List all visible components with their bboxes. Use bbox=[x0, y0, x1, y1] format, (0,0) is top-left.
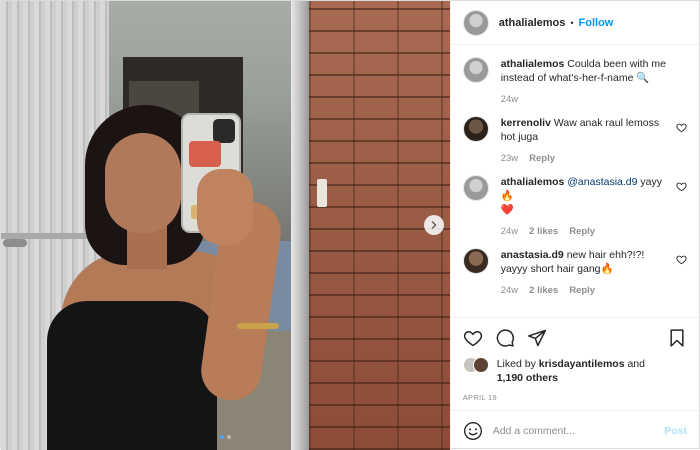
header-separator: • bbox=[570, 17, 574, 28]
reply-button[interactable]: Reply bbox=[569, 285, 595, 296]
comment-username[interactable]: athalialemos bbox=[501, 176, 565, 188]
reply-button[interactable]: Reply bbox=[569, 226, 595, 237]
comment-age[interactable]: 24w bbox=[501, 94, 518, 105]
post-header: athalialemos • Follow bbox=[450, 1, 699, 45]
likes-prefix: Liked by bbox=[496, 358, 536, 370]
avatar[interactable] bbox=[472, 357, 489, 373]
comment-age[interactable]: 24w bbox=[501, 226, 518, 237]
chevron-right-icon bbox=[431, 221, 437, 229]
avatar[interactable] bbox=[462, 57, 489, 83]
comment-likes[interactable]: 2 likes bbox=[529, 226, 558, 237]
carousel-next-button[interactable] bbox=[424, 215, 444, 235]
comment-username[interactable]: kerrenoliv bbox=[501, 117, 551, 129]
comment-text: yayy bbox=[640, 176, 662, 188]
heart-icon[interactable] bbox=[676, 254, 687, 265]
caption: athalialemos Coulda been with me instead… bbox=[462, 57, 687, 105]
fire-emoji: 🔥 bbox=[500, 190, 514, 202]
likes-joiner: and bbox=[627, 358, 645, 370]
comment-username[interactable]: anastasia.d9 bbox=[501, 249, 564, 261]
comment-likes[interactable]: 2 likes bbox=[529, 285, 558, 296]
heart-emoji: ❤️ bbox=[500, 204, 514, 216]
header-username[interactable]: athalialemos bbox=[499, 17, 566, 29]
post-date[interactable]: APRIL 19 bbox=[451, 385, 699, 410]
liker-avatars bbox=[462, 357, 493, 375]
comment-input[interactable] bbox=[492, 424, 665, 437]
comments-list[interactable]: athalialemos Coulda been with me instead… bbox=[451, 45, 699, 317]
liker-username[interactable]: krisdayantilemos bbox=[539, 358, 625, 370]
carousel-dot bbox=[220, 435, 224, 439]
likes-summary: Liked by krisdayantilemos and 1,190 othe… bbox=[451, 357, 699, 385]
heart-icon[interactable] bbox=[676, 122, 687, 133]
likes-others[interactable]: 1,190 others bbox=[497, 372, 558, 384]
list-item: kerrenoliv Waw anak raul lemoss hot juga… bbox=[462, 116, 687, 164]
list-item: anastasia.d9 new hair ehh?!?! yayyy shor… bbox=[462, 248, 687, 296]
avatar[interactable] bbox=[462, 9, 489, 36]
instagram-post: athalialemos • Follow athalialemos Could… bbox=[0, 0, 700, 450]
comment-age[interactable]: 24w bbox=[501, 285, 518, 296]
bookmark-icon[interactable] bbox=[667, 328, 687, 348]
photo-wall-socket bbox=[317, 179, 327, 207]
comment-icon[interactable] bbox=[495, 328, 515, 348]
fire-emoji: 🔥 bbox=[600, 263, 614, 275]
magnifier-emoji: 🔍 bbox=[636, 72, 650, 84]
share-icon[interactable] bbox=[527, 328, 547, 348]
photo-black-top bbox=[47, 301, 217, 450]
list-item: athalialemos @anastasia.d9 yayy 🔥 ❤️ 24w… bbox=[462, 175, 687, 237]
avatar[interactable] bbox=[462, 248, 489, 274]
avatar[interactable] bbox=[462, 116, 489, 142]
comment-mention[interactable]: @anastasia.d9 bbox=[567, 176, 637, 188]
carousel-dot bbox=[227, 435, 231, 439]
post-photo[interactable] bbox=[1, 1, 450, 450]
reply-button[interactable]: Reply bbox=[529, 153, 555, 164]
add-comment-bar: Post bbox=[450, 410, 699, 450]
post-comment-button[interactable]: Post bbox=[664, 425, 687, 437]
photo-mirror-frame bbox=[291, 1, 309, 450]
follow-button[interactable]: Follow bbox=[579, 17, 614, 29]
smiley-icon[interactable] bbox=[463, 421, 483, 441]
carousel-indicator bbox=[220, 435, 231, 439]
comment-age[interactable]: 23w bbox=[501, 153, 518, 164]
post-actions bbox=[450, 317, 699, 357]
post-side-panel: athalialemos • Follow athalialemos Could… bbox=[449, 1, 699, 450]
heart-icon[interactable] bbox=[463, 328, 483, 348]
heart-icon[interactable] bbox=[676, 181, 687, 192]
photo-face bbox=[105, 133, 181, 233]
avatar[interactable] bbox=[462, 175, 489, 201]
comment-username[interactable]: athalialemos bbox=[501, 58, 565, 70]
